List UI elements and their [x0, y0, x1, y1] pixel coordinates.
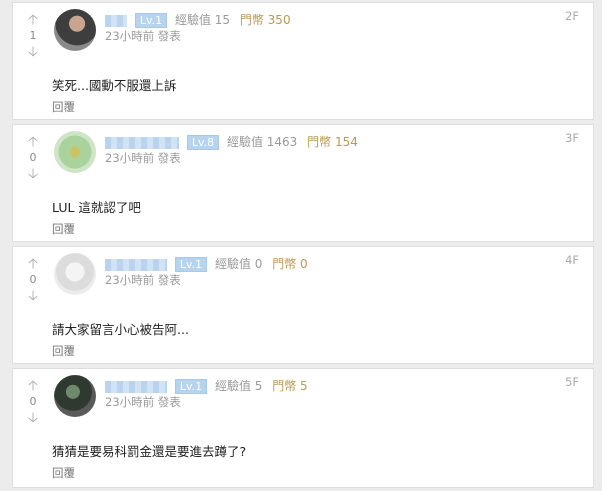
arrow-down-icon[interactable]: 🡣 — [28, 289, 38, 303]
username-blurred[interactable] — [105, 14, 127, 27]
floor-number: 5F — [565, 375, 579, 389]
vote-column: 🡡 0 🡣 — [25, 379, 41, 425]
avatar[interactable] — [54, 131, 96, 173]
experience-value: 經驗值 1463 — [226, 135, 298, 149]
avatar[interactable] — [54, 253, 96, 295]
reply-button[interactable]: 回覆 — [52, 465, 75, 481]
author-meta: Lv.1 經驗值 15 門幣 350 — [105, 11, 291, 28]
level-badge: Lv.1 — [174, 257, 208, 272]
experience-value: 經驗值 15 — [174, 13, 231, 27]
author-meta: Lv.1 經驗值 5 門幣 5 — [105, 377, 308, 394]
reply-button[interactable]: 回覆 — [52, 99, 75, 115]
arrow-down-icon[interactable]: 🡣 — [28, 167, 38, 181]
floor-number: 3F — [565, 131, 579, 145]
arrow-up-icon[interactable]: 🡡 — [28, 135, 38, 149]
arrow-up-icon[interactable]: 🡡 — [28, 379, 38, 393]
coin-value: 門幣 154 — [307, 135, 358, 149]
username-blurred[interactable] — [105, 380, 167, 393]
vote-count: 1 — [29, 29, 37, 42]
arrow-up-icon[interactable]: 🡡 — [28, 13, 38, 27]
avatar[interactable] — [54, 375, 96, 417]
level-badge: Lv.8 — [186, 135, 220, 150]
post-time: 23小時前 發表 — [105, 29, 181, 43]
author-meta: Lv.1 經驗值 0 門幣 0 — [105, 255, 308, 272]
level-badge: Lv.1 — [174, 379, 208, 394]
experience-value: 經驗值 0 — [214, 257, 263, 271]
comment-3f: 🡡 0 🡣 Lv.8 經驗值 1463 門幣 154 23小時前 發表 3F L… — [12, 124, 594, 242]
coin-value: 門幣 0 — [272, 257, 308, 271]
reply-button[interactable]: 回覆 — [52, 221, 75, 237]
comment-text: LUL 這就認了吧 — [52, 200, 141, 215]
vote-column: 🡡 1 🡣 — [25, 13, 41, 59]
author-meta: Lv.8 經驗值 1463 門幣 154 — [105, 133, 358, 150]
arrow-down-icon[interactable]: 🡣 — [28, 411, 38, 425]
post-time: 23小時前 發表 — [105, 151, 181, 165]
reply-button[interactable]: 回覆 — [52, 343, 75, 359]
comment-text: 請大家留言小心被告阿... — [52, 322, 189, 337]
arrow-up-icon[interactable]: 🡡 — [28, 257, 38, 271]
vote-column: 🡡 0 🡣 — [25, 135, 41, 181]
vote-count: 0 — [29, 395, 37, 408]
username-blurred[interactable] — [105, 136, 179, 149]
floor-number: 2F — [565, 9, 579, 23]
comment-feed: 🡡 1 🡣 Lv.1 經驗值 15 門幣 350 23小時前 發表 2F 笑死.… — [0, 0, 602, 491]
comment-5f: 🡡 0 🡣 Lv.1 經驗值 5 門幣 5 23小時前 發表 5F 猜猜是要易科… — [12, 368, 594, 488]
avatar[interactable] — [54, 9, 96, 51]
level-badge: Lv.1 — [134, 13, 168, 28]
arrow-down-icon[interactable]: 🡣 — [28, 45, 38, 59]
comment-4f: 🡡 0 🡣 Lv.1 經驗值 0 門幣 0 23小時前 發表 4F 請大家留言小… — [12, 246, 594, 364]
experience-value: 經驗值 5 — [214, 379, 263, 393]
coin-value: 門幣 5 — [272, 379, 308, 393]
post-time: 23小時前 發表 — [105, 395, 181, 409]
vote-count: 0 — [29, 151, 37, 164]
coin-value: 門幣 350 — [239, 13, 291, 27]
post-time: 23小時前 發表 — [105, 273, 181, 287]
floor-number: 4F — [565, 253, 579, 267]
vote-count: 0 — [29, 273, 37, 286]
vote-column: 🡡 0 🡣 — [25, 257, 41, 303]
comment-2f: 🡡 1 🡣 Lv.1 經驗值 15 門幣 350 23小時前 發表 2F 笑死.… — [12, 2, 594, 120]
comment-text: 笑死...國動不服還上訴 — [52, 78, 177, 93]
username-blurred[interactable] — [105, 258, 167, 271]
comment-text: 猜猜是要易科罰金還是要進去蹲了? — [52, 444, 247, 459]
